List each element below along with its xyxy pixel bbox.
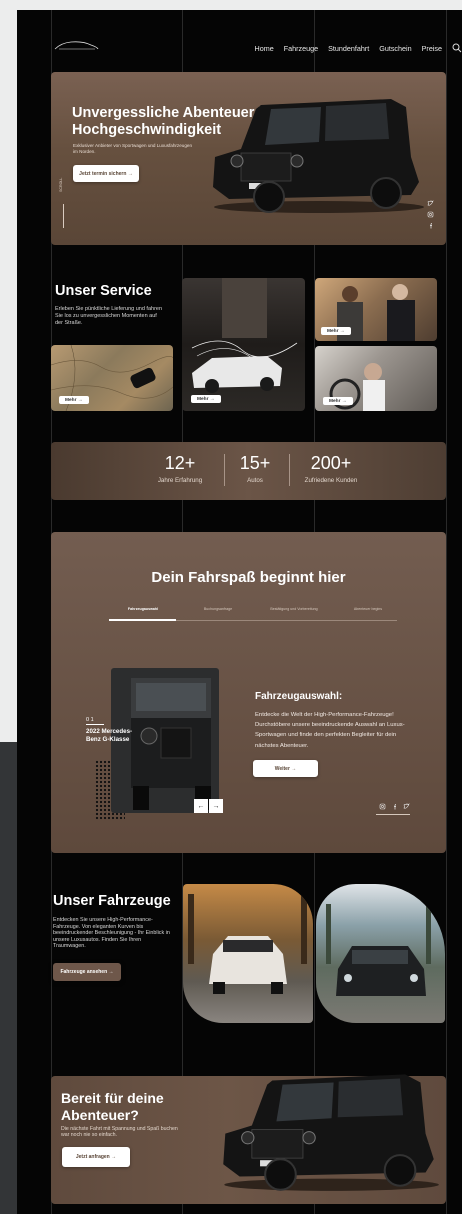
cta-text: Die nächste Fahrt mit Spannung und Spaß … xyxy=(61,1126,178,1139)
prev-car-button[interactable]: ← xyxy=(194,799,208,813)
service-more-button-2[interactable]: Mehr → xyxy=(191,395,221,403)
book-appointment-button[interactable]: Jetzt termin sichern → xyxy=(73,165,139,182)
nav-gutschein[interactable]: Gutschein xyxy=(379,44,411,53)
booking-steps-section: Dein Fahrspaß beginnt hier Fahrzeugauswa… xyxy=(51,532,446,853)
car-index: 0 1 xyxy=(86,717,94,723)
handshake-meeting-image: Mehr → xyxy=(315,278,437,341)
twitter-icon[interactable] xyxy=(427,200,434,207)
garage-car-image: Mehr → xyxy=(182,278,305,411)
step-progress-active xyxy=(109,619,176,621)
stats-bar: 12+ Jahre Erfahrung 15+ Autos 200+ Zufri… xyxy=(51,442,446,500)
hero-social-links xyxy=(427,200,434,229)
cta-banner: Bereit für deine Abenteuer? Die nächste … xyxy=(51,1074,446,1204)
continue-button[interactable]: Weiter → xyxy=(253,760,318,777)
instagram-icon[interactable] xyxy=(379,803,386,810)
service-more-button-4[interactable]: Mehr → xyxy=(323,397,353,405)
request-now-button[interactable]: Jetzt anfragen → xyxy=(62,1147,130,1167)
garage-illustration xyxy=(191,278,298,393)
scroll-indicator xyxy=(63,204,64,228)
service-more-button-1[interactable]: Mehr → xyxy=(59,396,89,404)
service-text: Erleben Sie pünktliche Lieferung und fah… xyxy=(55,306,163,326)
service-title: Unser Service xyxy=(55,283,152,299)
step-tab-vehicle-selection[interactable]: Fahrzeugauswahl xyxy=(108,607,178,612)
view-vehicles-button[interactable]: Fahrzeuge ansehen → xyxy=(53,963,121,981)
landing-page: Home Fahrzeuge Stundenfahrt Gutschein Pr… xyxy=(17,10,462,1214)
stat-value: 200+ xyxy=(310,453,352,473)
social-underline xyxy=(376,814,410,815)
nav-fahrzeuge[interactable]: Fahrzeuge xyxy=(284,44,318,53)
white-car-photo xyxy=(183,884,313,1023)
main-nav: Home Fahrzeuge Stundenfahrt Gutschein Pr… xyxy=(255,42,462,54)
car-index-line xyxy=(86,724,104,725)
step-tab-adventure[interactable]: Abenteuer begins xyxy=(333,607,403,612)
brand-logo[interactable] xyxy=(53,38,99,54)
black-car-illustration xyxy=(326,899,431,996)
step-description: Entdecke die Welt der High-Performance-F… xyxy=(255,712,405,749)
instagram-icon[interactable] xyxy=(427,211,434,218)
section-social-links xyxy=(379,803,410,810)
twitter-icon[interactable] xyxy=(403,803,410,810)
grid-line xyxy=(446,10,447,1214)
car-name: 2022 Mercedes-Benz G-Klasse xyxy=(86,728,133,743)
nav-preise[interactable]: Preise xyxy=(422,44,442,53)
step-heading: Fahrzeugauswahl: xyxy=(255,691,343,702)
delivery-map-image: Mehr → xyxy=(51,345,173,411)
nav-stundenfahrt[interactable]: Stundenfahrt xyxy=(328,44,369,53)
hero-subtitle: Exklusiver Anbieter von Sportwagen und L… xyxy=(73,143,193,154)
step-tab-confirmation[interactable]: Bestätigung und Vorbereitung xyxy=(259,607,329,612)
stat-customers: 200+ Zufriedene Kunden xyxy=(286,452,376,484)
cta-title: Bereit für deine Abenteuer? xyxy=(61,1090,164,1123)
vehicles-title: Unser Fahrzeuge xyxy=(53,893,171,909)
booking-section-title: Dein Fahrspaß beginnt hier xyxy=(151,569,346,586)
scroll-label: SCROLL xyxy=(59,177,63,192)
search-icon[interactable] xyxy=(452,43,462,53)
facebook-icon[interactable] xyxy=(427,222,434,229)
nav-home[interactable]: Home xyxy=(255,44,274,53)
service-more-button-3[interactable]: Mehr → xyxy=(321,327,351,335)
g-class-car-image xyxy=(223,1074,439,1191)
facebook-icon[interactable] xyxy=(391,803,398,810)
stat-label: Zufriedene Kunden xyxy=(304,477,358,484)
driver-interior-image: Mehr → xyxy=(315,346,437,411)
black-car-photo xyxy=(316,884,445,1023)
step-tab-booking-request[interactable]: Buchungsanfrage xyxy=(183,607,253,612)
g-class-car-image xyxy=(213,99,424,213)
hero-banner: Unvergessliche Abenteuer in Hochgeschwin… xyxy=(51,72,446,245)
vehicles-text: Entdecken Sie unsere High-Performance-Fa… xyxy=(53,917,170,949)
next-car-button[interactable]: → xyxy=(209,799,223,813)
white-car-illustration xyxy=(188,889,307,994)
